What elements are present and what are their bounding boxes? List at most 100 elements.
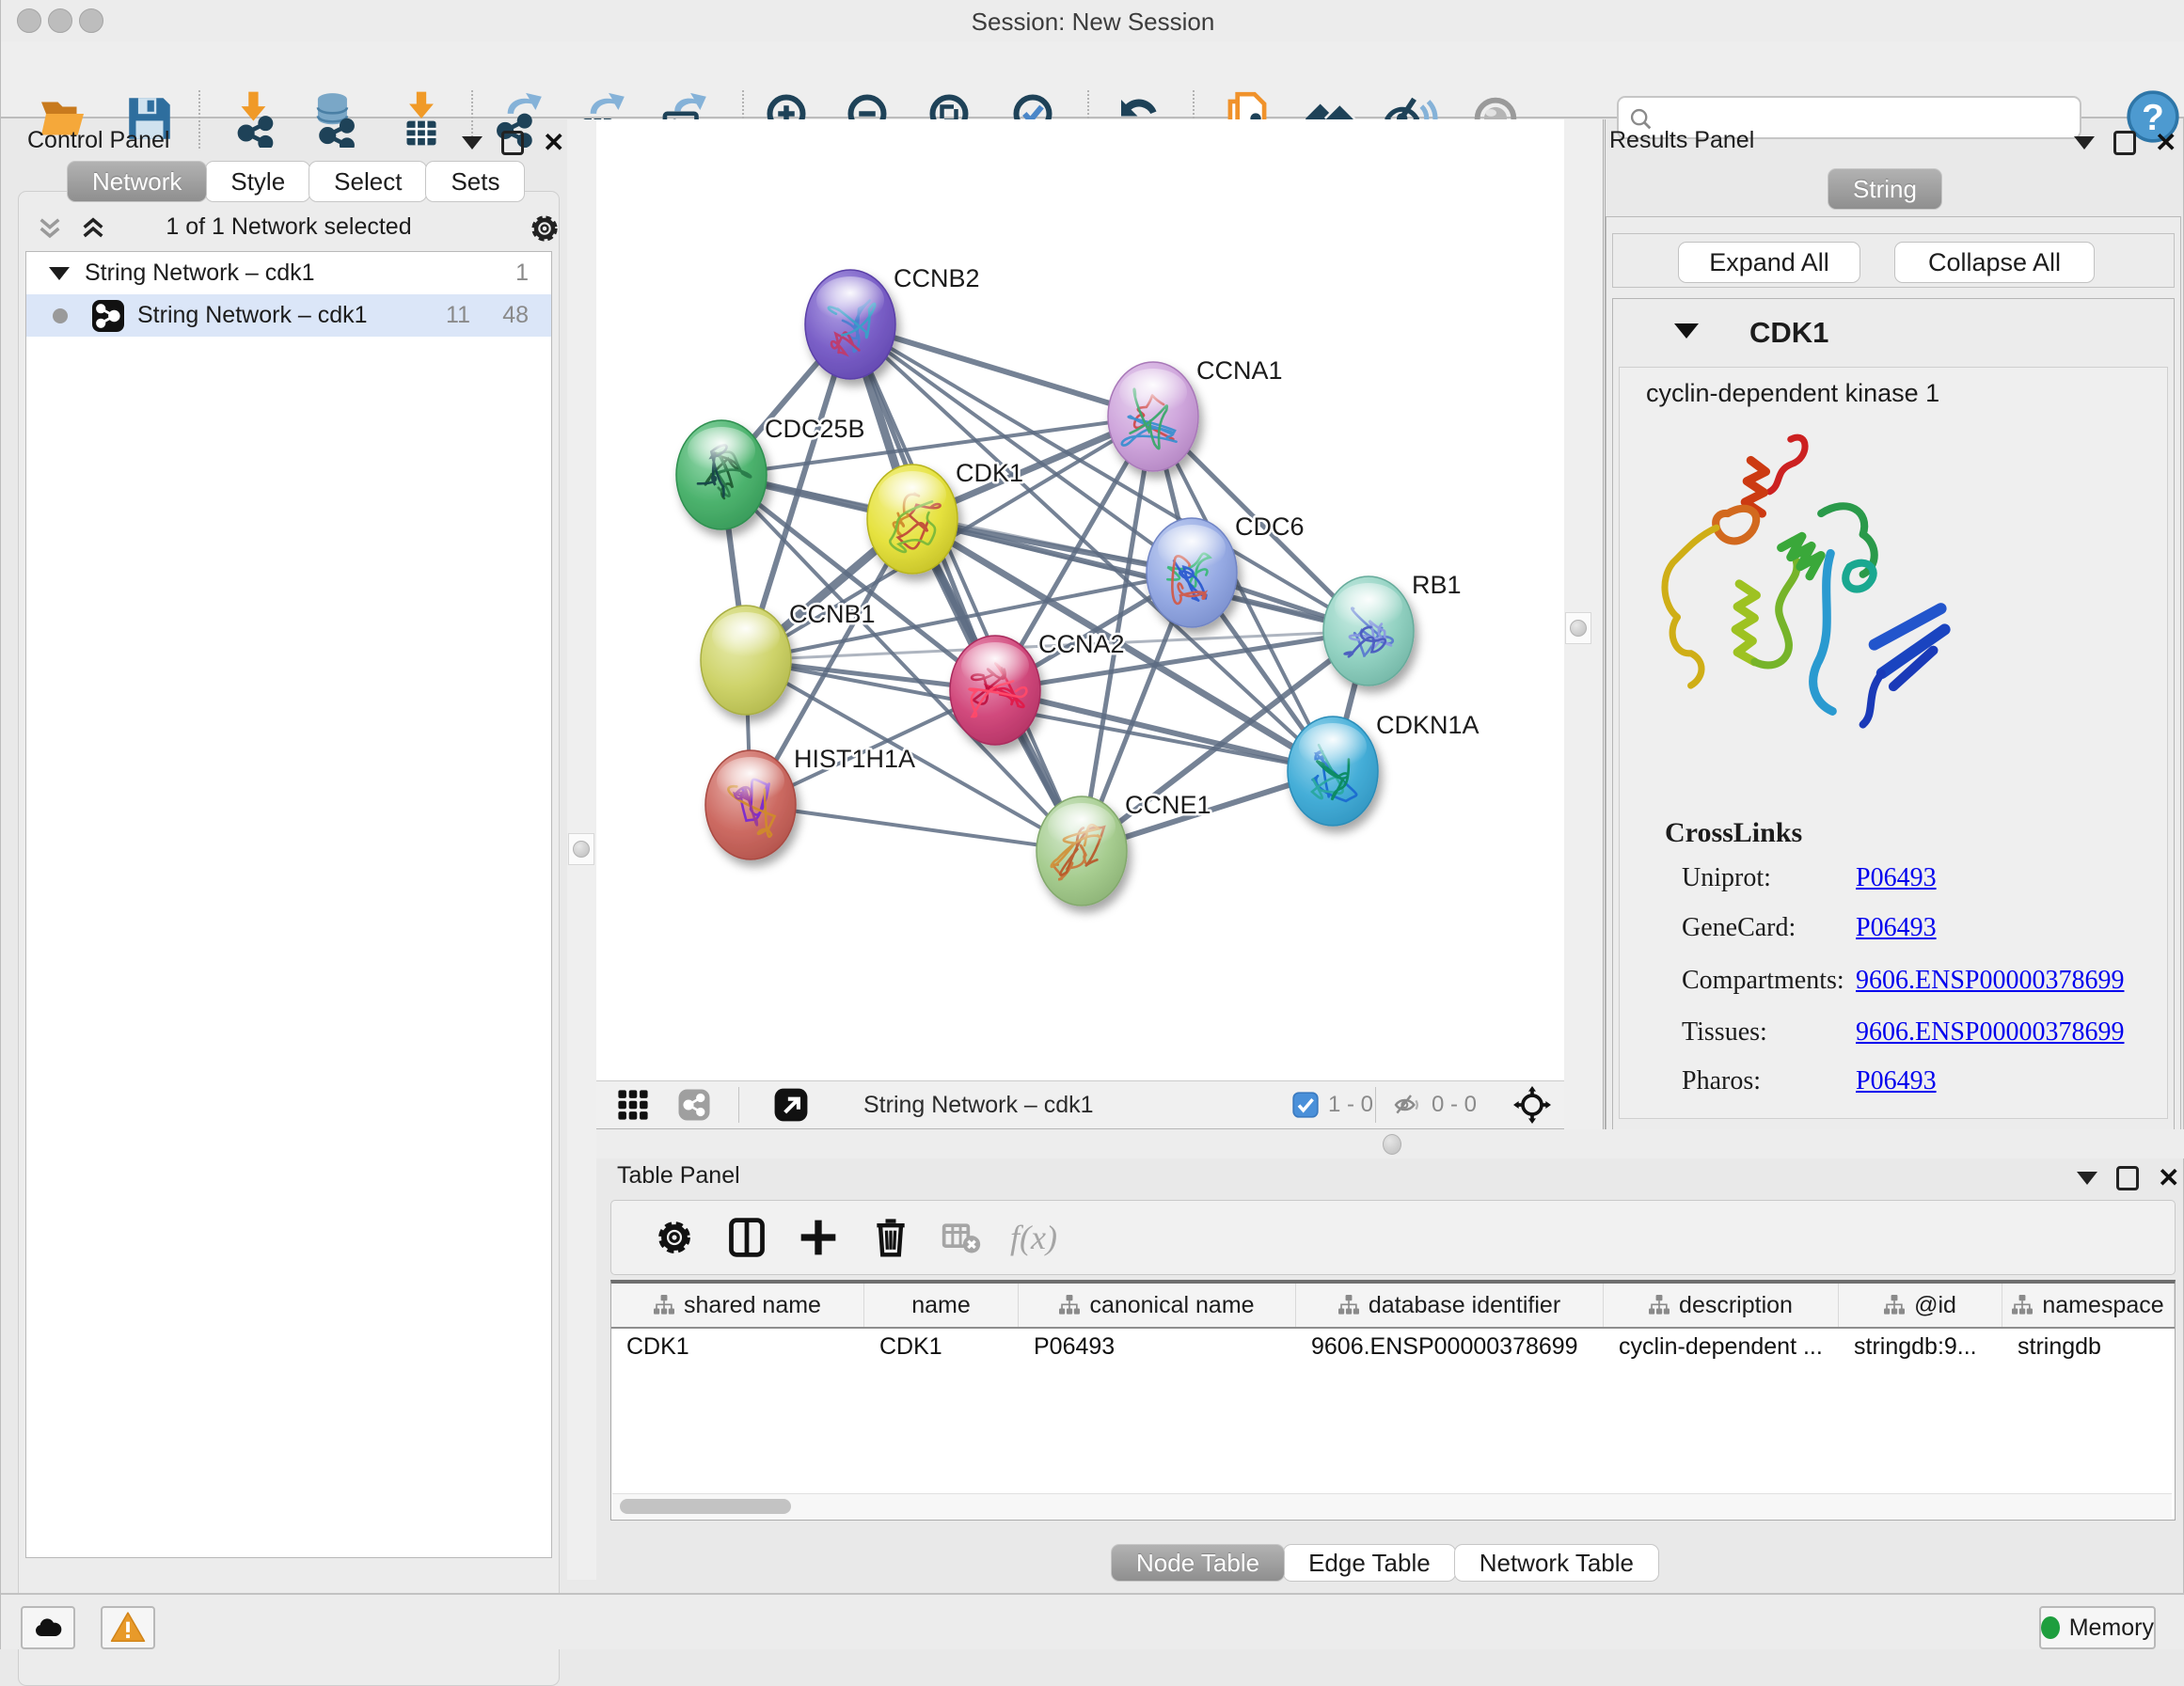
network-status-dot (53, 308, 68, 323)
crosslink-row: Tissues: 9606.ENSP00000378699 (1620, 1017, 2167, 1055)
node-RB1[interactable] (1323, 576, 1414, 685)
node-HIST1H1A[interactable] (705, 750, 796, 859)
crosslink-label: Pharos: (1682, 1066, 1761, 1096)
column-header-description[interactable]: description (1604, 1284, 1839, 1327)
table-cell[interactable]: 9606.ENSP00000378699 (1296, 1329, 1604, 1364)
protein-description: cyclin-dependent kinase 1 (1646, 379, 1939, 408)
float-panel-icon[interactable] (501, 131, 524, 155)
table-cell[interactable]: stringdb:9... (1839, 1329, 2002, 1364)
delete-table-icon (932, 1208, 990, 1267)
float-panel-icon[interactable] (2116, 1166, 2139, 1190)
tab-style[interactable]: Style (205, 161, 310, 202)
memory-button[interactable]: Memory (2039, 1606, 2156, 1649)
tab-network[interactable]: Network (67, 161, 207, 202)
close-panel-icon[interactable]: ✕ (2155, 134, 2176, 152)
shared-column-icon (1884, 1295, 1905, 1316)
table-cell[interactable]: CDK1 (864, 1329, 1019, 1364)
left-splitter[interactable] (567, 119, 596, 1580)
delete-column-icon[interactable] (862, 1208, 920, 1267)
close-panel-icon[interactable]: ✕ (543, 134, 564, 152)
crosslink-link[interactable]: P06493 (1856, 1066, 1937, 1096)
network-collection-row[interactable]: String Network – cdk1 1 (26, 252, 551, 294)
expand-all-button[interactable]: Expand All (1678, 242, 1860, 283)
tab-edge-table[interactable]: Edge Table (1283, 1544, 1456, 1582)
network-options-gear-icon[interactable] (528, 212, 562, 245)
scrollbar-thumb[interactable] (620, 1499, 791, 1514)
column-header-canonical-name[interactable]: canonical name (1019, 1284, 1296, 1327)
table-cell[interactable]: CDK1 (611, 1329, 864, 1364)
detach-view-icon[interactable] (773, 1087, 809, 1123)
node-label-CCNB1: CCNB1 (789, 600, 876, 628)
warnings-button[interactable] (101, 1606, 155, 1649)
right-splitter[interactable] (1564, 119, 1606, 1140)
left-splitter-handle[interactable] (568, 833, 594, 865)
collapse-panel-icon[interactable] (2074, 136, 2095, 150)
table-cell[interactable]: stringdb (2002, 1329, 2175, 1364)
node-CDK1[interactable] (867, 465, 957, 574)
shared-column-icon (1338, 1295, 1359, 1316)
node-CCNB1[interactable] (701, 606, 791, 715)
column-label: shared name (684, 1292, 821, 1319)
crosslink-label: Tissues: (1682, 1017, 1767, 1048)
collapse-panel-icon[interactable] (2077, 1172, 2097, 1185)
divider (738, 1087, 739, 1123)
crosslink-link[interactable]: P06493 (1856, 913, 1937, 943)
node-CCNA1[interactable] (1108, 362, 1198, 471)
tab-node-table[interactable]: Node Table (1111, 1544, 1285, 1582)
tab-sets[interactable]: Sets (425, 161, 525, 202)
tab-select[interactable]: Select (309, 161, 427, 202)
cloud-button[interactable] (21, 1606, 75, 1649)
horizontal-splitter-handle[interactable] (1383, 1134, 1401, 1155)
node-label-HIST1H1A: HIST1H1A (794, 745, 915, 773)
tab-string[interactable]: String (1828, 168, 1942, 210)
network-selected-status: 1 of 1 Network selected (24, 213, 554, 241)
node-label-CDC25B: CDC25B (765, 415, 865, 443)
column-header-shared-name[interactable]: shared name (611, 1284, 864, 1327)
close-panel-icon[interactable]: ✕ (2158, 1169, 2179, 1188)
node-CCNA2[interactable] (950, 636, 1040, 745)
edge-CCNB2-CCNA1[interactable] (850, 324, 1153, 417)
collapse-all-button[interactable]: Collapse All (1894, 242, 2095, 283)
birds-eye-view-icon[interactable] (1513, 1086, 1551, 1124)
network-view-icon[interactable] (677, 1088, 711, 1122)
float-panel-icon[interactable] (2113, 131, 2136, 155)
table-row[interactable]: CDK1CDK1P064939606.ENSP00000378699cyclin… (611, 1329, 2175, 1364)
crosslink-link[interactable]: 9606.ENSP00000378699 (1856, 1017, 2124, 1048)
selected-checkbox-icon[interactable] (1292, 1092, 1319, 1118)
section-collapse-icon[interactable] (1674, 323, 1699, 339)
protein-details: cyclin-dependent kinase 1 (1619, 367, 2168, 1119)
create-column-icon[interactable] (789, 1208, 847, 1267)
crosslink-link[interactable]: P06493 (1856, 863, 1937, 893)
node-CDC25B[interactable] (676, 420, 767, 529)
horizontal-splitter[interactable] (596, 1129, 2184, 1158)
node-CDKN1A[interactable] (1288, 717, 1378, 826)
network-row[interactable]: String Network – cdk1 11 48 (26, 294, 551, 337)
column-header--id[interactable]: @id (1839, 1284, 2002, 1327)
show-columns-icon[interactable] (718, 1208, 776, 1267)
cloud-icon (31, 1611, 65, 1645)
edge-HIST1H1A-CCNE1[interactable] (751, 805, 1082, 851)
column-header-namespace[interactable]: namespace (2002, 1284, 2175, 1327)
table-cell[interactable]: P06493 (1019, 1329, 1296, 1364)
table-options-gear-icon[interactable] (645, 1208, 704, 1267)
tab-network-table[interactable]: Network Table (1454, 1544, 1659, 1582)
column-header-database-identifier[interactable]: database identifier (1296, 1284, 1604, 1327)
node-table: shared name namecanonical name database id… (610, 1280, 2176, 1521)
crosslink-link[interactable]: 9606.ENSP00000378699 (1856, 966, 2124, 996)
column-label: database identifier (1369, 1292, 1560, 1319)
tree-expand-icon[interactable] (49, 267, 70, 280)
table-horizontal-scrollbar[interactable] (612, 1493, 2172, 1519)
network-canvas[interactable]: CCNB2CCNA1CDC25BCDK1CDC6RB1CCNB1CCNA2CDK… (596, 119, 1564, 1080)
shared-column-icon (1059, 1295, 1080, 1316)
node-CDC6[interactable] (1147, 518, 1237, 627)
collapse-panel-icon[interactable] (462, 136, 483, 150)
node-label-CCNE1: CCNE1 (1125, 791, 1211, 819)
grid-view-icon[interactable] (617, 1089, 649, 1121)
node-CCNB2[interactable] (805, 270, 895, 379)
table-panel-title: Table Panel (617, 1162, 740, 1190)
right-splitter-handle[interactable] (1565, 612, 1591, 644)
shared-column-icon (654, 1295, 674, 1316)
table-cell[interactable]: cyclin-dependent ... (1604, 1329, 1839, 1364)
column-header-name[interactable]: name (864, 1284, 1019, 1327)
node-CCNE1[interactable] (1037, 796, 1127, 906)
